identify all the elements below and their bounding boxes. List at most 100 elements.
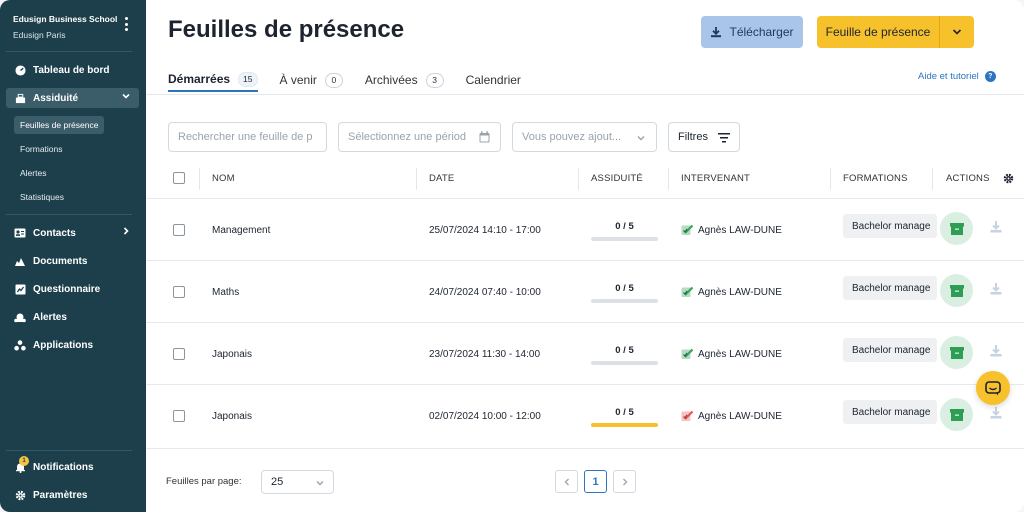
sidebar-item-documents[interactable]: Documents xyxy=(6,251,139,271)
chevron-down-icon xyxy=(315,478,325,488)
help-link[interactable]: Aide et tutoriel ? xyxy=(918,71,996,82)
new-attendance-sheet-button[interactable]: Feuille de présence xyxy=(817,16,974,48)
sidebar-subitem-alerts[interactable]: Alertes xyxy=(14,164,52,182)
teacher-name: Agnès LAW-DUNE xyxy=(698,411,782,422)
search-input[interactable]: Rechercher une feuille de p xyxy=(168,122,327,152)
sidebar-subitem-formations[interactable]: Formations xyxy=(14,140,69,158)
support-chat-button[interactable] xyxy=(976,371,1010,405)
status-tabs: Démarrées 15 À venir 0 Archivées 3 Calen… xyxy=(168,68,543,94)
add-select[interactable]: Vous pouvez ajout... xyxy=(512,122,657,152)
download-icon[interactable] xyxy=(989,220,1003,239)
tab-calendar[interactable]: Calendrier xyxy=(466,68,521,92)
tab-upcoming[interactable]: À venir 0 xyxy=(280,68,343,92)
attendance-icon xyxy=(14,92,26,104)
app-window: Edusign Business School Edusign Paris Ta… xyxy=(0,0,1024,512)
row-teacher[interactable]: Agnès LAW-DUNE xyxy=(681,286,782,298)
sidebar-item-label: Notifications xyxy=(33,461,94,473)
archive-icon xyxy=(949,222,964,235)
tab-started[interactable]: Démarrées 15 xyxy=(168,68,258,92)
sidebar-subitem-statistics[interactable]: Statistiques xyxy=(14,188,70,206)
tab-archived[interactable]: Archivées 3 xyxy=(365,68,444,92)
period-picker[interactable]: Sélectionnez une périod xyxy=(338,122,501,152)
attendance-bar xyxy=(591,361,658,365)
row-checkbox[interactable] xyxy=(173,286,185,298)
download-icon[interactable] xyxy=(989,344,1003,363)
tab-label: Archivées xyxy=(364,73,418,87)
archive-button[interactable] xyxy=(940,212,973,245)
organization-switcher[interactable]: Edusign Business School Edusign Paris xyxy=(13,14,123,40)
row-date: 25/07/2024 14:10 - 17:00 xyxy=(429,225,541,236)
sidebar-item-dashboard[interactable]: Tableau de bord xyxy=(6,60,139,80)
sidebar: Edusign Business School Edusign Paris Ta… xyxy=(0,0,146,512)
table-row[interactable]: Maths 24/07/2024 07:40 - 10:00 0 / 5 Agn… xyxy=(146,260,1024,322)
chevron-down-icon[interactable] xyxy=(940,26,974,38)
bell-icon: 1 xyxy=(14,456,29,473)
sidebar-item-label: Documents xyxy=(33,255,88,267)
archive-icon xyxy=(949,346,964,359)
unsigned-pen-icon xyxy=(681,410,694,422)
sidebar-subitem-attendance-sheets[interactable]: Feuilles de présence xyxy=(14,116,105,134)
previous-page-button[interactable] xyxy=(555,470,578,493)
attendance-value: 0 / 5 xyxy=(615,221,634,232)
row-teacher[interactable]: Agnès LAW-DUNE xyxy=(681,410,782,422)
signed-pen-icon xyxy=(681,286,694,298)
row-checkbox[interactable] xyxy=(173,410,185,422)
calendar-icon xyxy=(479,131,490,143)
page-button-current[interactable]: 1 xyxy=(584,470,607,493)
tab-label: Calendrier xyxy=(465,73,521,87)
sidebar-divider xyxy=(6,214,132,215)
questionnaire-icon xyxy=(14,283,26,295)
tab-count: 0 xyxy=(324,72,343,88)
archive-button[interactable] xyxy=(940,398,973,431)
next-page-button[interactable] xyxy=(613,470,636,493)
archive-button[interactable] xyxy=(940,336,973,369)
attendance-progress: 0 / 5 xyxy=(591,345,658,365)
filters-button[interactable]: Filtres xyxy=(668,122,740,152)
notification-badge: 1 xyxy=(19,456,29,466)
sidebar-item-contacts[interactable]: Contacts xyxy=(6,223,139,243)
archive-button[interactable] xyxy=(940,274,973,307)
chevron-left-icon xyxy=(564,478,569,485)
sidebar-item-notifications[interactable]: 1 Notifications xyxy=(6,456,139,477)
download-icon[interactable] xyxy=(989,406,1003,425)
row-checkbox[interactable] xyxy=(173,348,185,360)
sidebar-item-applications[interactable]: Applications xyxy=(6,335,139,355)
column-divider xyxy=(578,168,579,190)
column-header-teacher[interactable]: INTERVENANT xyxy=(681,173,750,184)
sidebar-item-alerts[interactable]: Alertes xyxy=(6,307,139,327)
formation-tag: Bachelor manage xyxy=(843,400,937,424)
per-page-value: 25 xyxy=(271,476,284,488)
download-icon[interactable] xyxy=(989,282,1003,301)
gear-icon xyxy=(14,489,26,501)
row-teacher[interactable]: Agnès LAW-DUNE xyxy=(681,224,782,236)
chevron-down-icon xyxy=(121,91,131,104)
sidebar-item-settings[interactable]: Paramètres xyxy=(6,485,139,505)
row-name: Management xyxy=(212,225,271,236)
sidebar-item-questionnaire[interactable]: Questionnaire xyxy=(6,279,139,299)
download-button[interactable]: Télécharger xyxy=(701,16,803,48)
org-menu-icon[interactable] xyxy=(123,17,129,31)
filter-icon xyxy=(718,133,730,143)
sidebar-item-label: Assiduité xyxy=(33,92,79,104)
column-divider xyxy=(668,168,669,190)
column-settings-gear-icon[interactable] xyxy=(1003,173,1014,184)
select-all-checkbox[interactable] xyxy=(173,172,185,184)
column-divider xyxy=(199,168,200,190)
column-header-date[interactable]: DATE xyxy=(429,173,454,184)
column-header-name[interactable]: NOM xyxy=(212,173,235,184)
table-row[interactable]: Japonais 23/07/2024 11:30 - 14:00 0 / 5 … xyxy=(146,322,1024,384)
sidebar-divider xyxy=(6,51,132,52)
per-page-select[interactable]: 25 xyxy=(261,470,334,494)
table-row[interactable]: Japonais 02/07/2024 10:00 - 12:00 0 / 5 … xyxy=(146,384,1024,448)
table-row[interactable]: Management 25/07/2024 14:10 - 17:00 0 / … xyxy=(146,198,1024,260)
column-header-attendance[interactable]: ASSIDUITÉ xyxy=(591,173,643,184)
sidebar-item-attendance[interactable]: Assiduité xyxy=(6,88,139,108)
archive-icon xyxy=(949,284,964,297)
row-checkbox[interactable] xyxy=(173,224,185,236)
per-page-label: Feuilles par page: xyxy=(166,476,242,487)
row-teacher[interactable]: Agnès LAW-DUNE xyxy=(681,348,782,360)
formation-tag: Bachelor manage xyxy=(843,338,937,362)
column-header-formations[interactable]: FORMATIONS xyxy=(843,173,908,184)
add-placeholder: Vous pouvez ajout... xyxy=(522,131,622,143)
org-name: Edusign Business School xyxy=(13,14,118,24)
